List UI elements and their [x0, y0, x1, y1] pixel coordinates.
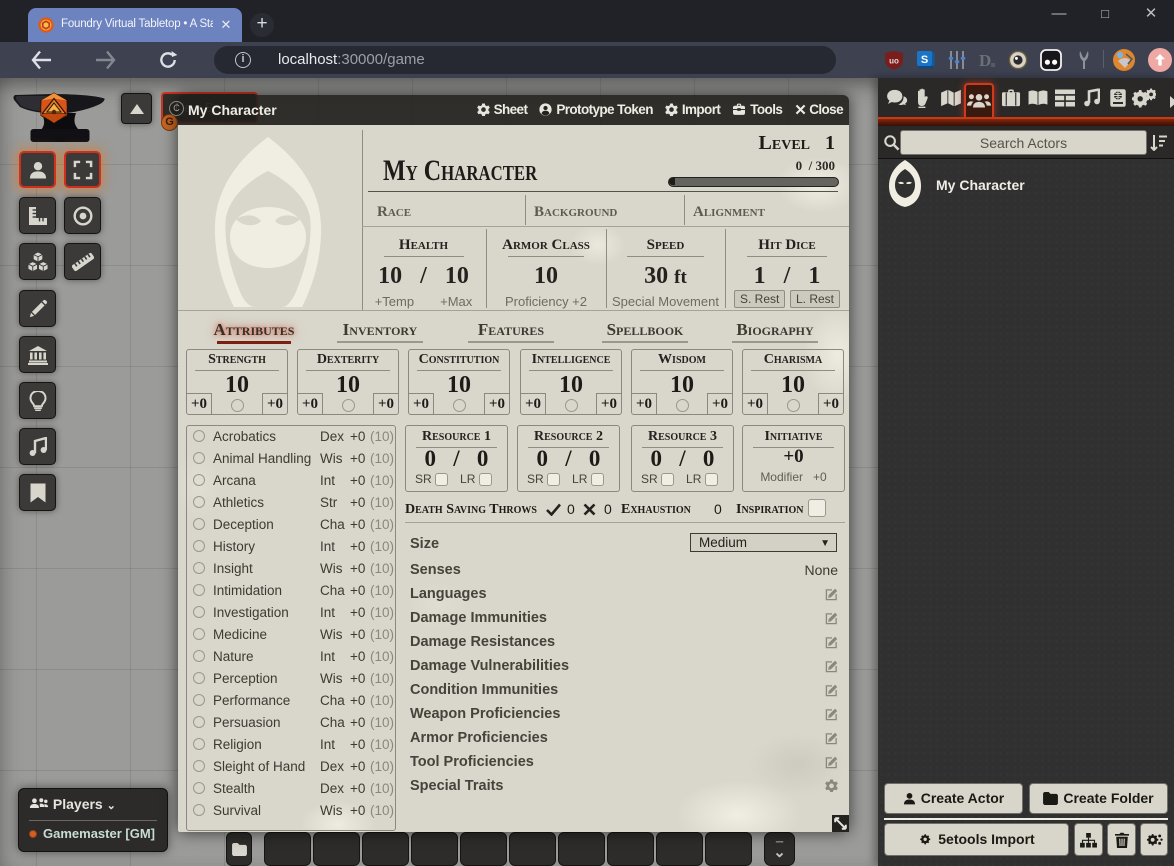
svg-text:D: D	[979, 51, 991, 70]
svg-text:S: S	[921, 54, 928, 66]
svg-text:uo: uo	[889, 57, 899, 66]
